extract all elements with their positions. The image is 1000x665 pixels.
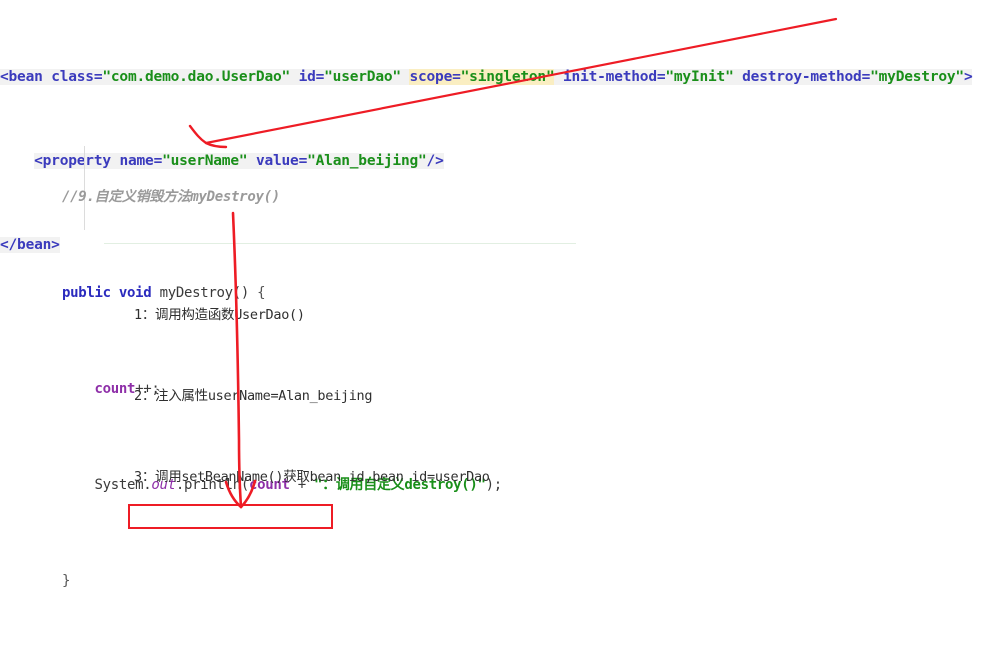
console-output-panel: 1：调用构造函数UserDao() 2：注入属性userName=Alan_be… (104, 248, 576, 531)
console-line: 2：注入属性userName=Alan_beijing (134, 388, 373, 404)
console-line: 1：调用构造函数UserDao() (134, 307, 305, 323)
console-line: 3：调用setBeanName()获取bean id,bean id=userD… (134, 469, 490, 485)
red-box-output-line-9 (128, 504, 333, 529)
java-line-close-brace: } (62, 573, 71, 589)
screenshot-root: <bean class="com.demo.dao.UserDao" id="u… (0, 0, 1000, 589)
console-separator (104, 243, 576, 244)
java-line-comment: //9.自定义销毁方法myDestroy() (62, 189, 280, 205)
xml-line-bean-open: <bean class="com.demo.dao.UserDao" id="u… (0, 69, 973, 85)
